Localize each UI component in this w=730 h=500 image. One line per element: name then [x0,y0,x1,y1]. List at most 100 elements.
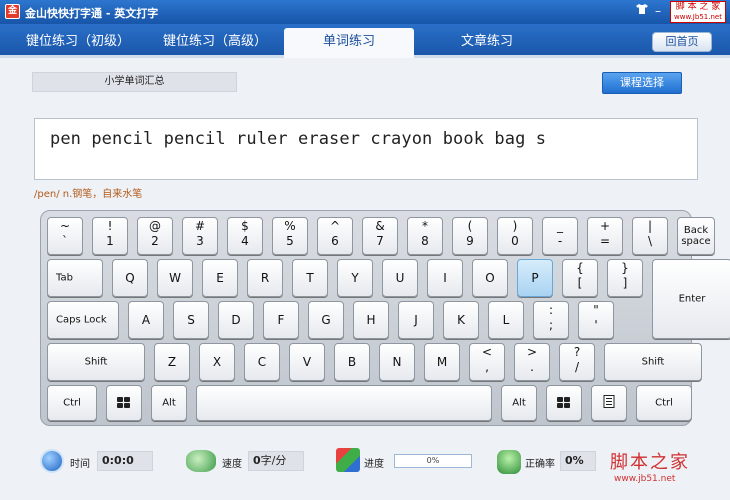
key-a[interactable]: A [128,301,164,339]
menu-icon [592,395,626,412]
key-u[interactable]: U [382,259,418,297]
key-w[interactable]: W [157,259,193,297]
key-lower-label: ; [548,318,554,332]
key-upper-label: # [194,219,206,233]
home-button[interactable]: 回首页 [652,32,712,52]
key-b[interactable]: B [334,343,370,381]
key-shift[interactable]: Shift [47,343,145,381]
key-93[interactable]: }] [607,259,643,297]
key-shift[interactable]: Shift [604,343,702,381]
key-q[interactable]: Q [112,259,148,297]
key-label: W [169,271,181,285]
key-t[interactable]: T [292,259,328,297]
key-tab[interactable]: Tab [47,259,103,297]
key-g[interactable]: G [308,301,344,339]
tab-key-practice-advanced[interactable]: 键位练习（高级） [152,28,278,58]
key-y[interactable]: Y [337,259,373,297]
key-o[interactable]: O [472,259,508,297]
key-lower-label: ` [62,234,68,248]
key-label: A [141,313,151,327]
key-lower-label: 2 [151,234,159,248]
key-k[interactable]: K [443,301,479,339]
key-label: Tab [56,272,73,284]
key-v[interactable]: V [289,343,325,381]
key-f[interactable]: F [263,301,299,339]
speed-value-box: 0字/分 [248,451,304,471]
key-e[interactable]: E [202,259,238,297]
key-label: K [457,313,465,327]
key-39[interactable]: " ' [578,301,614,339]
key-s[interactable]: S [173,301,209,339]
key-menu[interactable] [591,385,627,421]
key-z[interactable]: Z [154,343,190,381]
key-96[interactable]: ~ ` [47,217,83,255]
key-alt[interactable]: Alt [501,385,537,421]
key-h[interactable]: H [353,301,389,339]
key-upper-label: + [599,219,611,233]
skin-shirt-icon[interactable] [634,3,650,19]
key-54[interactable]: ^ 6 [317,217,353,255]
speed-value: 0 [253,454,261,467]
key-space[interactable] [196,385,492,421]
key-44[interactable]: <, [469,343,505,381]
key-windows[interactable] [546,385,582,421]
key-upper-label: ( [467,219,473,233]
key-upper-label: ! [107,219,113,233]
key-lower-label: ' [594,318,598,332]
key-enter[interactable]: Enter [652,259,730,339]
key-alt[interactable]: Alt [151,385,187,421]
key-61[interactable]: + = [587,217,623,255]
app-logo-icon: 金 [5,4,20,19]
key-lower-label: = [599,234,611,248]
key-label: P [531,271,539,285]
progress-text: 0% [426,456,440,465]
key-lower-label: 3 [196,234,204,248]
key-label: X [212,355,222,369]
key-59[interactable]: :; [533,301,569,339]
key-53[interactable]: % 5 [272,217,308,255]
tab-article-practice[interactable]: 文章练习 [428,28,546,58]
key-45[interactable]: _ - [542,217,578,255]
minimize-icon[interactable]: – [650,3,666,19]
key-p[interactable]: P [517,259,553,297]
key-ctrl[interactable]: Ctrl [636,385,692,421]
key-lower-label: 9 [466,234,474,248]
window-title: 金山快快打字通 - 英文打字 [25,7,159,20]
tab-word-practice[interactable]: 单词练习 [284,28,414,58]
tab-key-practice-basic[interactable]: 键位练习（初级） [16,28,140,58]
key-46[interactable]: >. [514,343,550,381]
key-49[interactable]: ! 1 [92,217,128,255]
key-m[interactable]: M [424,343,460,381]
key-j[interactable]: J [398,301,434,339]
key-48[interactable]: ) 0 [497,217,533,255]
key-i[interactable]: I [427,259,463,297]
key-55[interactable]: & 7 [362,217,398,255]
key-52[interactable]: $4 [227,217,263,255]
key-windows[interactable] [106,385,142,421]
key-back-space[interactable]: Back space [677,217,715,255]
practice-text-area[interactable]: pen pencil pencil ruler eraser crayon bo… [34,118,698,180]
key-r[interactable]: R [247,259,283,297]
speed-meter-icon [186,450,216,472]
key-51[interactable]: #3 [182,217,218,255]
windows-icon [557,397,571,409]
key-backslash[interactable]: | \ [632,217,668,255]
key-d[interactable]: D [218,301,254,339]
key-upper-label: ? [573,345,581,359]
speed-unit: 字/分 [260,454,287,467]
key-l[interactable]: L [488,301,524,339]
key-47[interactable]: ? / [559,343,595,381]
key-c[interactable]: C [244,343,280,381]
key-x[interactable]: X [199,343,235,381]
key-ctrl[interactable]: Ctrl [47,385,97,421]
key-label: L [502,313,510,327]
key-56[interactable]: * 8 [407,217,443,255]
key-50[interactable]: @2 [137,217,173,255]
key-label: Ctrl [655,397,673,409]
key-n[interactable]: N [379,343,415,381]
key-57[interactable]: (9 [452,217,488,255]
key-91[interactable]: {[ [562,259,598,297]
brand-logo-title: 脚 本 之 家 [675,2,721,12]
key-caps-lock[interactable]: Caps Lock [47,301,119,339]
course-select-button[interactable]: 课程选择 [602,72,682,94]
